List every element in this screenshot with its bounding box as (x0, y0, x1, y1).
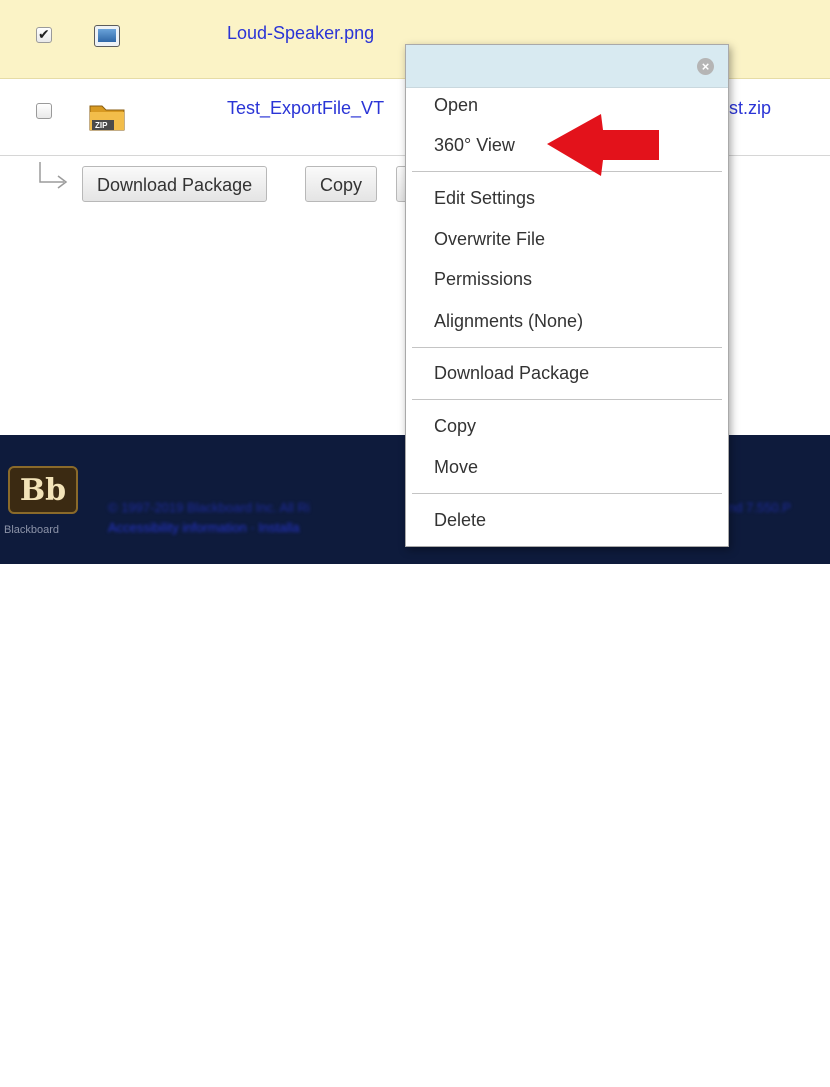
file-link-test-export-suffix[interactable]: st.zip (729, 98, 771, 119)
image-file-icon (94, 25, 120, 47)
row-checkbox-checked[interactable]: ✔ (36, 26, 52, 43)
check-icon: ✔ (38, 26, 50, 42)
menu-item-overwrite-file[interactable]: Overwrite File (434, 229, 545, 250)
file-link-test-export[interactable]: Test_ExportFile_VT (227, 98, 384, 119)
svg-text:ZIP: ZIP (95, 121, 108, 130)
menu-divider (412, 493, 722, 494)
menu-item-download-package[interactable]: Download Package (434, 363, 589, 384)
download-package-button[interactable]: Download Package (82, 166, 268, 202)
menu-item-delete[interactable]: Delete (434, 510, 486, 531)
blackboard-logo: Bb (8, 466, 78, 514)
copy-button[interactable]: Copy (305, 166, 378, 202)
file-link-loud-speaker[interactable]: Loud-Speaker.png (227, 23, 374, 44)
menu-item-alignments[interactable]: Alignments (None) (434, 311, 583, 332)
selection-bracket-arrow-icon (39, 162, 68, 189)
zip-folder-icon: ZIP (89, 105, 125, 131)
context-menu-header: × (406, 45, 728, 88)
red-annotation-arrow-icon (547, 114, 659, 176)
row-checkbox[interactable] (36, 103, 52, 119)
footer-version: nd 7.550.P (728, 500, 791, 515)
menu-item-permissions[interactable]: Permissions (434, 269, 532, 290)
footer-decorative-arc (270, 955, 542, 1087)
menu-item-edit-settings[interactable]: Edit Settings (434, 188, 535, 209)
menu-divider (412, 347, 722, 348)
menu-item-copy[interactable]: Copy (434, 416, 476, 437)
menu-divider (412, 399, 722, 400)
footer-links[interactable]: Accessibility information · Installa (108, 520, 299, 535)
blackboard-wordmark: Blackboard (4, 524, 60, 536)
footer-copyright: © 1997-2019 Blackboard Inc. All Ri (108, 500, 310, 515)
menu-item-360-view[interactable]: 360° View (434, 135, 515, 156)
menu-item-move[interactable]: Move (434, 457, 478, 478)
close-icon[interactable]: × (697, 58, 714, 75)
menu-item-open[interactable]: Open (434, 95, 478, 116)
